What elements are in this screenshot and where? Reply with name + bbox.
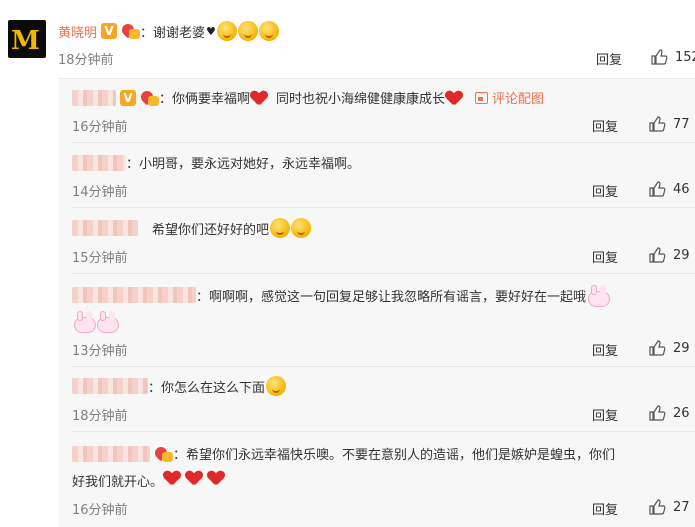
masked-username[interactable]: [72, 89, 116, 106]
divider: [72, 207, 695, 208]
like-button[interactable]: 29: [648, 339, 690, 357]
reply-button[interactable]: 回复: [592, 116, 618, 135]
comment-text: 你怎么在这么下面: [161, 380, 266, 396]
heart-emoji-icon: [251, 90, 267, 106]
comment-text: 小明哥，要永远对她好，永远幸福啊。: [139, 157, 361, 172]
fan-badge-icon: [152, 444, 173, 462]
comment-time: 18分钟前: [58, 53, 114, 68]
comment-time: 15分钟前: [72, 251, 128, 266]
like-count: 77: [673, 116, 690, 132]
thumbs-up-icon: [649, 340, 666, 356]
bunny-emoji-icon: [73, 311, 96, 333]
reply-button[interactable]: 回复: [592, 405, 618, 424]
comment-text: 希望你们永远幸福快乐噢。不要在意别人的造谣，他们是嫉妒是蝗虫，你们: [186, 448, 616, 463]
comment-text-line2: 好我们就开心。: [72, 470, 229, 490]
thumbs-up-icon: [649, 116, 666, 132]
colon: ：: [159, 92, 173, 107]
verified-v-icon: V: [120, 89, 136, 106]
comment-time: 14分钟前: [72, 185, 128, 200]
sub-comment-line: ： 你怎么在这么下面: [72, 376, 287, 396]
like-button[interactable]: 77: [648, 115, 690, 133]
masked-username[interactable]: [72, 154, 126, 171]
colon: ：: [148, 380, 162, 396]
like-count: 152: [675, 49, 695, 65]
masked-username[interactable]: [72, 378, 148, 394]
sub-comment-line: ： 小明哥，要永远对她好，永远幸福啊。: [72, 153, 360, 172]
heart-emoji-icon: [164, 470, 184, 490]
black-heart-icon: ♥: [206, 24, 216, 38]
reply-button[interactable]: 回复: [592, 247, 618, 266]
thumbs-up-icon: [649, 181, 666, 197]
like-button[interactable]: 27: [648, 498, 690, 516]
thumbs-up-icon: [649, 405, 666, 421]
comment-time: 16分钟前: [72, 120, 128, 135]
comment-image-link[interactable]: 评论配图: [475, 88, 544, 107]
colon: ：: [126, 157, 140, 172]
comment-image-label: 评论配图: [492, 92, 545, 107]
reply-button[interactable]: 回复: [592, 499, 618, 518]
reply-button[interactable]: 回复: [592, 340, 618, 359]
comment-text: 谢谢老婆: [153, 25, 206, 41]
like-count: 27: [673, 499, 690, 515]
like-count: 29: [673, 247, 690, 263]
comment-text: 同时也祝小海绵健健康康成长: [276, 92, 446, 107]
colon: ：: [140, 25, 154, 41]
username[interactable]: 黄晓明: [58, 22, 97, 41]
reply-button[interactable]: 回复: [596, 49, 622, 68]
masked-username[interactable]: [72, 445, 150, 462]
thumbs-up-icon: [649, 247, 666, 263]
like-button[interactable]: 46: [648, 180, 690, 198]
image-icon: [475, 91, 489, 104]
masked-username[interactable]: [72, 220, 138, 236]
sub-comment-line: ： 希望你们永远幸福快乐噢。不要在意别人的造谣，他们是嫉妒是蝗虫，你们: [72, 444, 615, 463]
heart-emoji-icon: [208, 470, 228, 490]
thumbs-up-icon: [649, 499, 666, 515]
sub-comment-line: V ： 你俩要幸福啊 同时也祝小海绵健健康康成长 评论配图: [72, 88, 544, 107]
like-button[interactable]: 29: [648, 246, 690, 264]
emoji-row: [72, 311, 119, 333]
bunny-emoji-icon: [96, 311, 119, 333]
bunny-emoji-icon: [587, 285, 611, 307]
reply-button[interactable]: 回复: [592, 181, 618, 200]
comment-text: 你俩要幸福啊: [172, 92, 251, 107]
fan-badge-icon: [119, 21, 141, 39]
divider: [72, 366, 695, 367]
thumbs-up-icon: [651, 49, 668, 65]
kiss-emoji-icon: [216, 21, 237, 41]
divider: [72, 142, 695, 143]
fan-badge-icon: [138, 88, 159, 106]
comment-text: 啊啊啊，感觉这一句回复足够让我忽略所有谣言，要好好在一起哦: [209, 289, 587, 305]
kiss-emoji-icon: [237, 21, 258, 41]
comment-text: 希望你们还好好的吧: [152, 222, 270, 238]
like-button[interactable]: 152: [650, 48, 695, 66]
comment-time: 18分钟前: [72, 409, 128, 424]
smile-emoji-icon: [291, 218, 312, 238]
colon: ：: [196, 289, 210, 305]
divider: [72, 273, 695, 274]
smile-emoji-icon: [270, 218, 291, 238]
comment-text: 好我们就开心。: [72, 474, 164, 490]
heart-emoji-icon: [446, 90, 462, 106]
like-count: 46: [673, 181, 690, 197]
like-count: 29: [673, 340, 690, 356]
like-button[interactable]: 26: [648, 404, 690, 422]
sub-comment-line: ： 啊啊啊，感觉这一句回复足够让我忽略所有谣言，要好好在一起哦: [72, 285, 611, 307]
colon: ：: [173, 448, 187, 463]
heart-emoji-icon: [186, 470, 206, 490]
verified-v-icon: V: [101, 23, 118, 39]
comment-time: 16分钟前: [72, 503, 128, 518]
avatar[interactable]: M: [8, 20, 46, 58]
avatar-logo: M: [11, 26, 40, 56]
divider: [72, 431, 695, 432]
main-comment-line: 黄晓明 V ： 谢谢老婆 ♥: [58, 21, 279, 41]
thinking-emoji-icon: [266, 376, 287, 396]
sub-comment-line: 希望你们还好好的吧: [72, 218, 312, 238]
masked-username[interactable]: [72, 287, 196, 303]
like-count: 26: [673, 405, 690, 421]
comment-time: 13分钟前: [72, 344, 128, 359]
kiss-emoji-icon: [258, 21, 279, 41]
